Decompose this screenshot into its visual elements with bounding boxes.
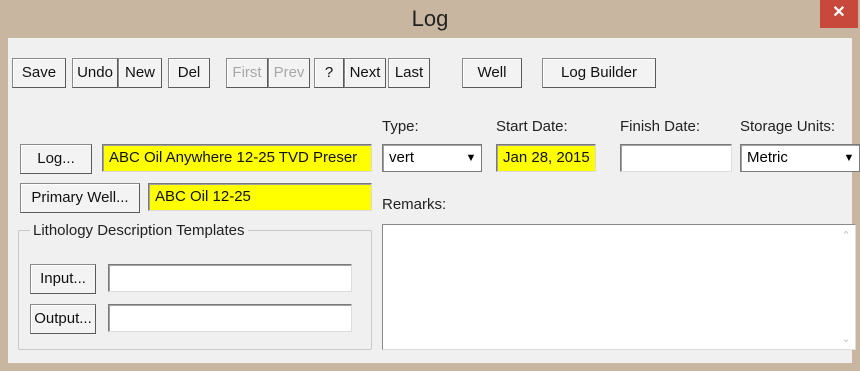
undo-button[interactable]: Undo (72, 58, 118, 88)
well-button[interactable]: Well (462, 58, 522, 88)
output-template-field[interactable] (108, 304, 352, 332)
close-button[interactable]: ✕ (820, 0, 858, 28)
remarks-text (383, 225, 855, 233)
start-date-field[interactable]: Jan 28, 2015 (496, 144, 596, 172)
help-button[interactable]: ? (314, 58, 344, 88)
save-button[interactable]: Save (12, 58, 66, 88)
last-button[interactable]: Last (388, 58, 430, 88)
log-builder-button[interactable]: Log Builder (542, 58, 656, 88)
type-label: Type: (382, 118, 419, 135)
next-button[interactable]: Next (344, 58, 386, 88)
start-date-label: Start Date: (496, 118, 568, 135)
log-button[interactable]: Log... (20, 144, 92, 174)
finish-date-field[interactable] (620, 144, 732, 172)
primary-well-field[interactable]: ABC Oil 12-25 (148, 183, 372, 211)
new-button[interactable]: New (118, 58, 162, 88)
input-template-field[interactable] (108, 264, 352, 292)
chevron-down-icon[interactable]: ▼ (839, 145, 859, 171)
remarks-textarea[interactable]: ⌃ ⌄ (382, 224, 856, 350)
dialog-body: Save Undo New Del First Prev ? Next Last… (8, 38, 860, 363)
lithology-group-label: Lithology Description Templates (30, 222, 248, 239)
first-button[interactable]: First (226, 58, 268, 88)
scroll-up-icon[interactable]: ⌃ (839, 229, 853, 242)
chevron-down-icon[interactable]: ▼ (461, 145, 481, 171)
type-select[interactable]: vert ▼ (382, 144, 482, 172)
storage-units-select[interactable]: Metric ▼ (740, 144, 860, 172)
input-template-button[interactable]: Input... (30, 264, 96, 294)
window-title: Log (411, 6, 449, 31)
title-bar[interactable]: Log ✕ (0, 0, 860, 38)
output-template-button[interactable]: Output... (30, 304, 96, 334)
storage-units-value: Metric (747, 149, 788, 166)
remarks-label: Remarks: (382, 196, 447, 213)
log-window: Log ✕ Save Undo New Del First Prev ? Nex… (0, 0, 860, 371)
finish-date-label: Finish Date: (620, 118, 701, 135)
type-value: vert (389, 149, 415, 166)
prev-button[interactable]: Prev (268, 58, 310, 88)
primary-well-button[interactable]: Primary Well... (20, 183, 140, 213)
storage-units-label: Storage Units: (740, 118, 836, 135)
delete-button[interactable]: Del (168, 58, 210, 88)
scroll-down-icon[interactable]: ⌄ (839, 332, 853, 345)
log-name-field[interactable]: ABC Oil Anywhere 12-25 TVD Preser (102, 144, 372, 172)
